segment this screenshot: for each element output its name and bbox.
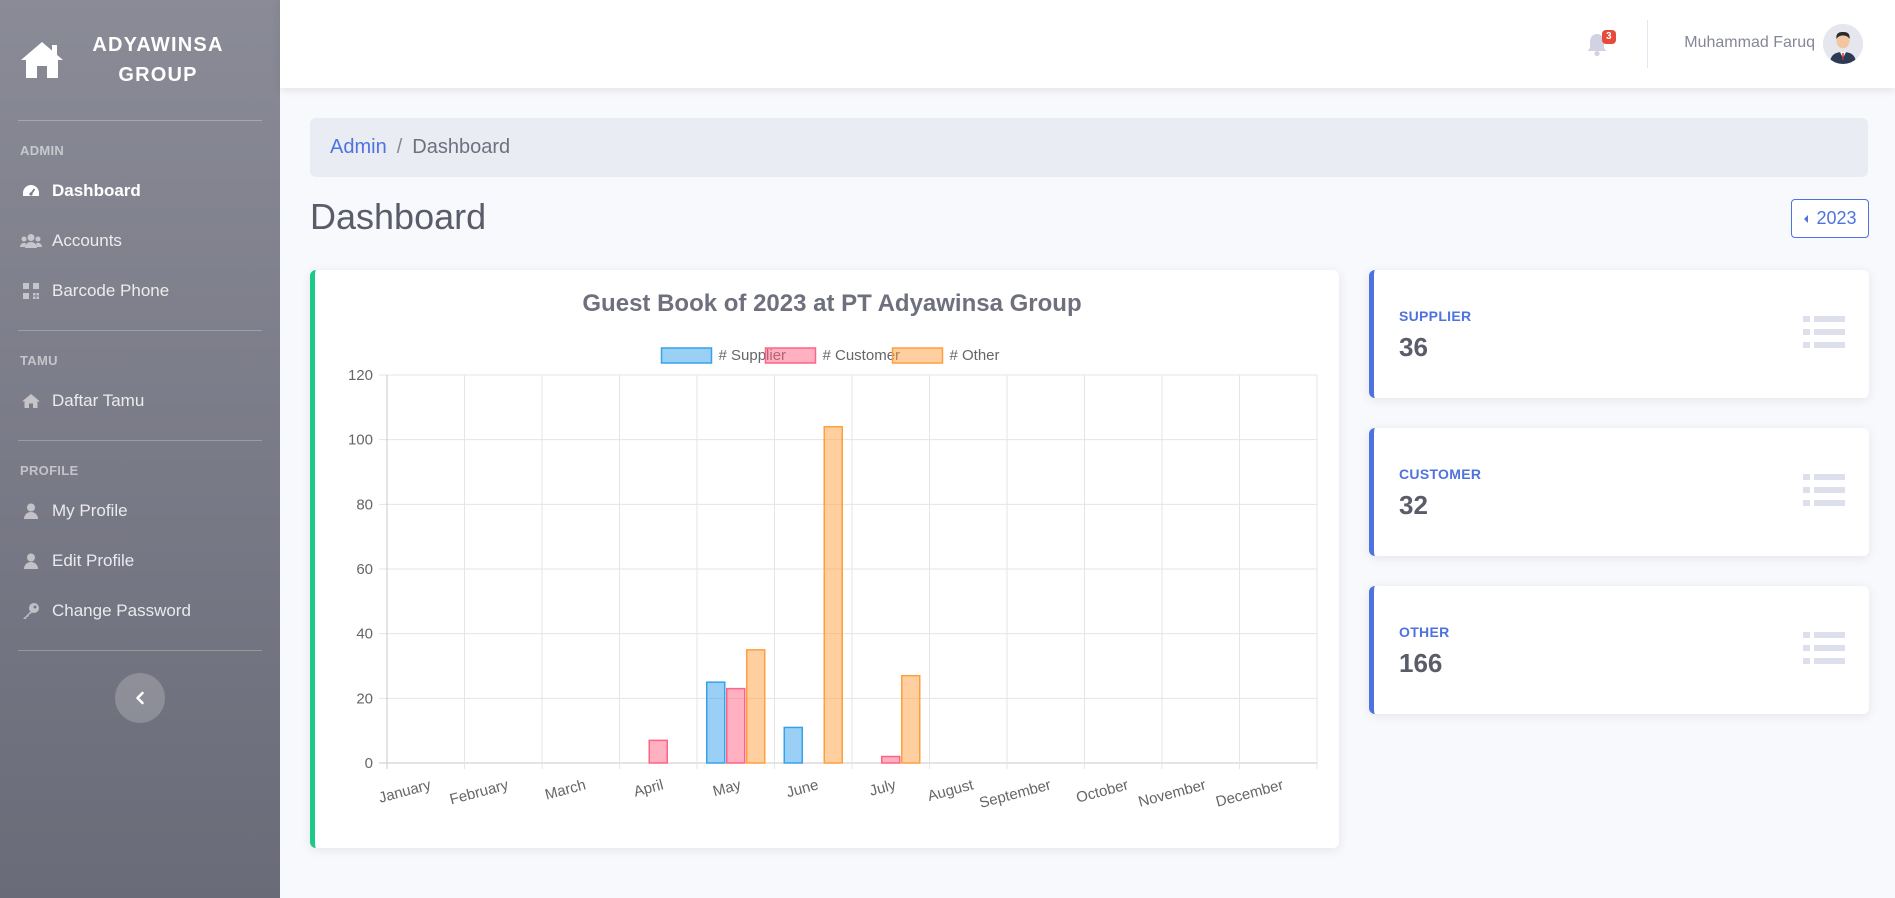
chart-bar [823,425,843,764]
sidebar-item-edit-profile[interactable]: Edit Profile [0,536,280,586]
home-icon [21,42,63,78]
breadcrumb-admin-link[interactable]: Admin [330,136,387,159]
x-tick-label: September [978,776,1053,811]
sidebar-heading-profile: PROFILE [20,463,79,478]
guest-book-chart: Guest Book of 2023 at PT Adyawinsa Group… [348,290,1318,812]
user-edit-icon [20,551,42,571]
legend-swatch [764,347,817,364]
x-tick-label: May [711,776,743,800]
stat-value: 166 [1399,648,1443,678]
x-tick-label: February [448,776,511,808]
stat-value: 36 [1399,332,1428,362]
breadcrumb-separator: / [396,136,403,158]
home-icon [20,391,42,411]
stat-card-other: OTHER 166 [1369,586,1869,714]
breadcrumb: Admin / Dashboard [310,118,1868,177]
y-tick-label: 80 [356,496,373,513]
y-tick-label: 60 [356,561,373,578]
legend-swatch [891,347,944,364]
list-icon [1803,632,1845,664]
chart-bar [746,649,766,764]
stat-label: SUPPLIER [1399,308,1472,324]
chart-bar [881,755,901,764]
x-tick-label: January [377,776,433,806]
avatar[interactable] [1823,24,1863,64]
x-tick-label: July [868,776,899,799]
chart-card: Guest Book of 2023 at PT Adyawinsa Group… [310,270,1339,848]
y-tick-label: 120 [348,367,373,384]
topbar: 3 Muhammad Faruq [280,0,1895,88]
stat-card-supplier: SUPPLIER 36 [1369,270,1869,398]
caret-left-icon [1804,214,1809,223]
year-label: 2023 [1816,208,1857,228]
chart-bar [901,674,921,764]
sidebar-item-change-password[interactable]: Change Password [0,586,280,636]
sidebar-item-label: Barcode Phone [52,281,170,300]
key-icon [20,601,42,621]
stat-value: 32 [1399,490,1428,520]
stat-label: OTHER [1399,624,1450,640]
qrcode-icon [20,281,42,301]
legend-label: # Customer [823,347,901,364]
stat-card-customer: CUSTOMER 32 [1369,428,1869,556]
x-tick-label: August [926,776,976,805]
y-tick-label: 20 [356,690,373,707]
x-tick-label: June [784,776,820,801]
sidebar-item-my-profile[interactable]: My Profile [0,486,280,536]
chart-bar [726,687,746,764]
page-title: Dashboard [310,196,487,237]
sidebar-item-label: Daftar Tamu [52,391,145,410]
x-tick-label: December [1214,776,1285,810]
sidebar-heading-tamu: TAMU [20,353,58,368]
sidebar-item-barcode-phone[interactable]: Barcode Phone [0,266,280,316]
chart-title: Guest Book of 2023 at PT Adyawinsa Group [582,290,1081,317]
x-tick-label: March [543,776,588,803]
sidebar-item-dashboard[interactable]: Dashboard [0,166,280,216]
user-avatar-icon [1823,24,1863,64]
notification-badge: 3 [1602,30,1616,44]
sidebar-item-label: Edit Profile [52,551,135,570]
x-tick-label: October [1074,776,1130,806]
sidebar-item-label: My Profile [52,501,128,520]
users-icon [20,231,42,251]
list-icon [1803,474,1845,506]
y-tick-label: 100 [348,432,373,449]
brand-name: ADYAWINSA GROUP [66,30,280,90]
user-icon [20,501,42,521]
y-tick-label: 40 [356,626,373,643]
chart-bar [648,739,668,764]
topbar-divider [1647,20,1648,68]
sidebar-item-daftar-tamu[interactable]: Daftar Tamu [0,376,280,426]
stat-label: CUSTOMER [1399,466,1482,482]
tachometer-icon [20,181,42,201]
sidebar-item-label: Dashboard [52,181,141,200]
sidebar-item-accounts[interactable]: Accounts [0,216,280,266]
brand[interactable]: ADYAWINSA GROUP [0,0,280,120]
year-select-button[interactable]: 2023 [1791,199,1869,238]
legend-label: # Other [950,347,1000,364]
x-tick-label: April [632,776,665,800]
chevron-left-icon [136,691,144,705]
sidebar-heading-admin: ADMIN [20,143,65,158]
sidebar-divider [18,650,262,651]
chart-bar [783,726,803,764]
legend-swatch [660,347,713,364]
sidebar-item-label: Change Password [52,601,191,620]
list-icon [1803,316,1845,348]
y-tick-label: 0 [365,755,373,772]
brand-line-1: ADYAWINSA [92,34,224,56]
sidebar-toggle-button[interactable] [115,673,165,723]
user-name[interactable]: Muhammad Faruq [1684,34,1815,52]
sidebar: ADYAWINSA GROUP ADMIN Dashboard Accounts… [0,0,280,898]
breadcrumb-current: Dashboard [412,136,511,158]
brand-line-2: GROUP [118,64,198,86]
x-tick-label: November [1137,776,1208,810]
chart-bar [706,681,726,764]
sidebar-item-label: Accounts [52,231,122,250]
